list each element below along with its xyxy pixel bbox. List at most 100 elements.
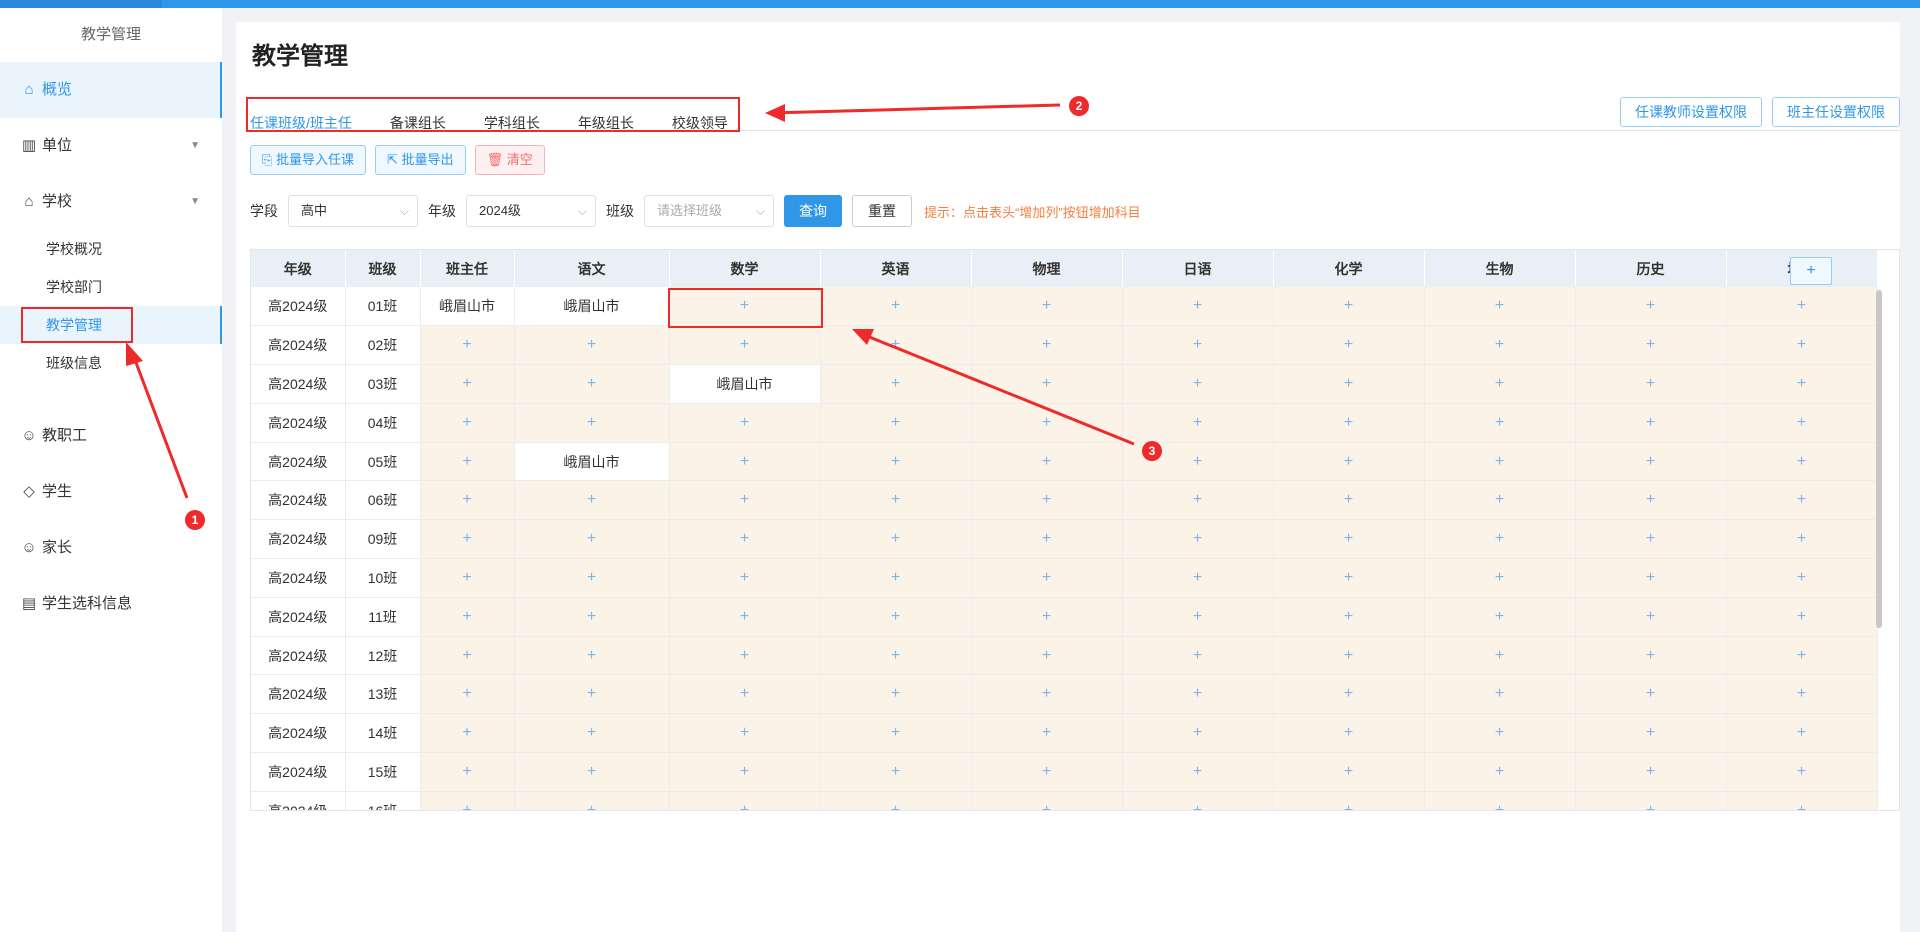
add-teacher-cell[interactable]: + [820, 442, 972, 482]
add-teacher-cell[interactable]: + [820, 325, 972, 366]
class-select[interactable]: 请选择班级 ⌵ [644, 195, 774, 227]
add-teacher-cell[interactable]: + [1273, 597, 1425, 637]
add-teacher-cell[interactable]: + [971, 364, 1123, 404]
add-teacher-cell[interactable]: + [1726, 558, 1878, 598]
add-teacher-cell[interactable]: + [820, 791, 972, 810]
add-teacher-cell[interactable]: + [1575, 442, 1727, 482]
add-teacher-cell[interactable]: + [820, 636, 972, 676]
add-teacher-cell[interactable]: + [820, 480, 972, 521]
add-teacher-cell[interactable]: + [1726, 791, 1878, 810]
add-teacher-cell[interactable]: + [1424, 597, 1576, 637]
add-teacher-cell[interactable]: + [1424, 403, 1576, 443]
add-teacher-cell[interactable]: + [1122, 752, 1274, 792]
add-teacher-cell[interactable]: + [1726, 519, 1878, 560]
add-teacher-cell[interactable]: + [1273, 674, 1425, 715]
add-teacher-cell[interactable]: + [1273, 403, 1425, 443]
add-teacher-cell[interactable]: + [971, 287, 1123, 327]
add-teacher-cell[interactable]: + [669, 636, 821, 676]
add-teacher-cell[interactable]: + [820, 713, 972, 754]
add-teacher-cell[interactable]: + [420, 558, 515, 598]
add-teacher-cell[interactable]: + [1575, 674, 1727, 715]
add-teacher-cell[interactable]: + [971, 791, 1123, 810]
add-teacher-cell[interactable]: + [669, 325, 821, 366]
add-teacher-cell[interactable]: + [420, 519, 515, 560]
add-teacher-cell[interactable]: + [1726, 636, 1878, 676]
add-teacher-cell[interactable]: + [1122, 558, 1274, 598]
add-teacher-cell[interactable]: + [1575, 364, 1727, 404]
add-teacher-cell[interactable]: + [1424, 558, 1576, 598]
add-teacher-cell[interactable]: + [420, 791, 515, 810]
add-teacher-cell[interactable]: + [514, 597, 670, 637]
add-teacher-cell[interactable]: + [669, 287, 821, 327]
add-teacher-cell[interactable]: + [971, 674, 1123, 715]
add-teacher-cell[interactable]: + [1575, 287, 1727, 327]
add-teacher-cell[interactable]: + [1424, 713, 1576, 754]
add-teacher-cell[interactable]: + [1273, 791, 1425, 810]
add-teacher-cell[interactable]: + [514, 558, 670, 598]
add-teacher-cell[interactable]: + [420, 713, 515, 754]
add-teacher-cell[interactable]: + [420, 364, 515, 404]
add-teacher-cell[interactable]: + [669, 791, 821, 810]
add-teacher-cell[interactable]: + [514, 713, 670, 754]
add-teacher-cell[interactable]: + [420, 325, 515, 366]
add-teacher-cell[interactable]: + [1726, 287, 1878, 327]
add-teacher-cell[interactable]: + [820, 752, 972, 792]
add-teacher-cell[interactable]: + [1122, 597, 1274, 637]
add-teacher-cell[interactable]: + [1424, 791, 1576, 810]
add-teacher-cell[interactable]: + [1273, 364, 1425, 404]
teacher-cell[interactable]: 峨眉山市 [669, 364, 821, 404]
add-teacher-cell[interactable]: + [514, 480, 670, 521]
add-teacher-cell[interactable]: + [820, 597, 972, 637]
add-teacher-cell[interactable]: + [1575, 597, 1727, 637]
add-teacher-cell[interactable]: + [1273, 287, 1425, 327]
add-teacher-cell[interactable]: + [514, 752, 670, 792]
add-teacher-cell[interactable]: + [514, 364, 670, 404]
add-teacher-cell[interactable]: + [1122, 674, 1274, 715]
add-teacher-cell[interactable]: + [820, 403, 972, 443]
reset-button[interactable]: 重置 [852, 195, 912, 227]
add-teacher-cell[interactable]: + [514, 791, 670, 810]
add-teacher-cell[interactable]: + [1726, 752, 1878, 792]
add-teacher-cell[interactable]: + [1575, 713, 1727, 754]
query-button[interactable]: 查询 [784, 195, 842, 227]
tab-subject-leader[interactable]: 学科组长 [484, 108, 540, 138]
table-scrollbar[interactable] [1876, 290, 1882, 628]
add-teacher-cell[interactable]: + [971, 713, 1123, 754]
add-teacher-cell[interactable]: + [514, 325, 670, 366]
headteacher-permission-button[interactable]: 班主任设置权限 [1772, 97, 1900, 127]
sidebar-subitem-school-department[interactable]: 学校部门 [0, 268, 222, 306]
add-teacher-cell[interactable]: + [669, 442, 821, 482]
add-teacher-cell[interactable]: + [1575, 403, 1727, 443]
add-teacher-cell[interactable]: + [514, 674, 670, 715]
teacher-cell[interactable]: 峨眉山市 [514, 442, 670, 482]
add-teacher-cell[interactable]: + [669, 403, 821, 443]
add-teacher-cell[interactable]: + [420, 480, 515, 521]
add-teacher-cell[interactable]: + [1726, 325, 1878, 366]
add-teacher-cell[interactable]: + [1726, 403, 1878, 443]
add-teacher-cell[interactable]: + [820, 364, 972, 404]
sidebar-item-staff[interactable]: ☺ 教职工 [0, 408, 222, 464]
add-teacher-cell[interactable]: + [1273, 325, 1425, 366]
add-teacher-cell[interactable]: + [1424, 287, 1576, 327]
add-teacher-cell[interactable]: + [820, 558, 972, 598]
add-teacher-cell[interactable]: + [514, 636, 670, 676]
add-teacher-cell[interactable]: + [1424, 325, 1576, 366]
add-teacher-cell[interactable]: + [1122, 519, 1274, 560]
add-teacher-cell[interactable]: + [1122, 325, 1274, 366]
add-teacher-cell[interactable]: + [1726, 674, 1878, 715]
sidebar-item-subject-selection[interactable]: ▤ 学生选科信息 [0, 576, 222, 632]
add-teacher-cell[interactable]: + [669, 558, 821, 598]
add-teacher-cell[interactable]: + [1122, 636, 1274, 676]
add-teacher-cell[interactable]: + [1273, 519, 1425, 560]
add-teacher-cell[interactable]: + [1273, 480, 1425, 521]
add-column-button[interactable]: + [1790, 257, 1832, 285]
add-teacher-cell[interactable]: + [971, 558, 1123, 598]
batch-import-button[interactable]: ⎘ 批量导入任课 [250, 145, 367, 175]
add-teacher-cell[interactable]: + [1575, 791, 1727, 810]
add-teacher-cell[interactable]: + [1726, 364, 1878, 404]
add-teacher-cell[interactable]: + [971, 519, 1123, 560]
sidebar-subitem-school-overview[interactable]: 学校概况 [0, 230, 222, 268]
add-teacher-cell[interactable]: + [1424, 442, 1576, 482]
grade-select[interactable]: 2024级 ⌵ [466, 195, 596, 227]
add-teacher-cell[interactable]: + [1273, 636, 1425, 676]
